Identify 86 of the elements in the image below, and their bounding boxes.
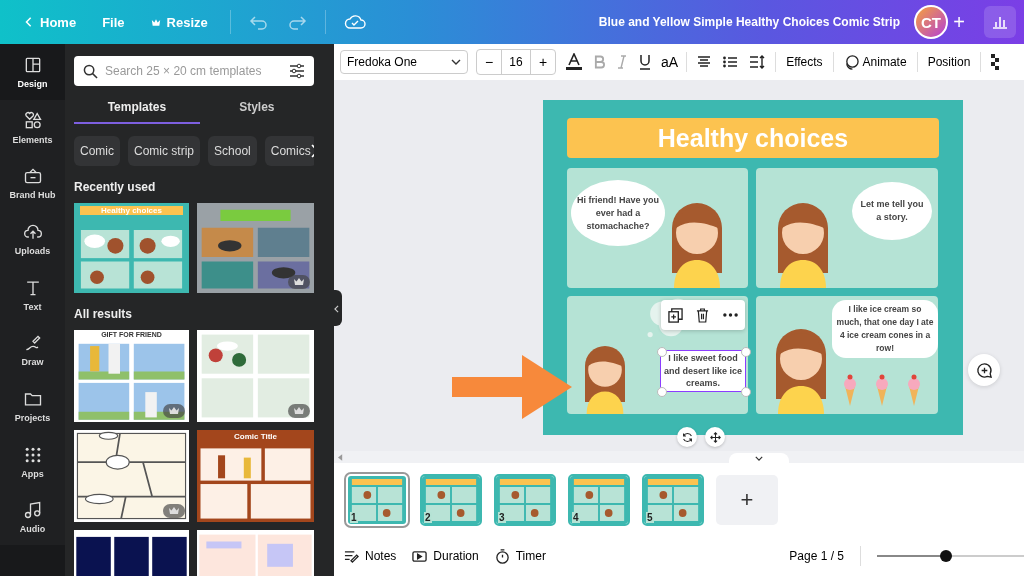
bar-chart-icon <box>992 15 1008 29</box>
bullet-list-icon[interactable] <box>723 56 738 68</box>
rotate-button[interactable] <box>677 427 697 447</box>
page-number: 3 <box>498 511 506 523</box>
increase-size-button[interactable]: + <box>531 50 555 74</box>
page-thumbnail[interactable]: 3 <box>494 473 556 526</box>
insights-button[interactable] <box>984 6 1016 38</box>
document-title[interactable]: Blue and Yellow Simple Healthy Choices Comic Strip <box>598 15 900 29</box>
sidebar-tab[interactable]: Apps <box>0 433 65 490</box>
text-box[interactable]: I like sweet food and desert like ice creams. <box>661 351 745 391</box>
resize-handle[interactable] <box>741 347 751 357</box>
page-thumbnail[interactable]: 5 <box>642 473 704 526</box>
timer-icon <box>494 548 510 564</box>
letter-case-button[interactable]: aA <box>661 54 679 70</box>
decrease-size-button[interactable]: − <box>477 50 501 74</box>
sidebar-tab[interactable]: Audio <box>0 489 65 546</box>
timer-button[interactable]: Timer <box>494 548 546 564</box>
font-size-stepper[interactable]: − 16 + <box>476 49 556 75</box>
effects-button[interactable]: Effects <box>784 55 825 69</box>
filter-chip[interactable]: Comics <box>264 136 314 166</box>
filter-icon[interactable] <box>289 63 305 79</box>
add-comment-button[interactable] <box>968 354 1000 386</box>
music-note-icon <box>22 500 43 521</box>
sidebar-tab[interactable]: Text <box>0 266 65 323</box>
filter-chip[interactable]: Comic <box>74 136 120 166</box>
duplicate-icon[interactable] <box>667 307 683 323</box>
panel-tab[interactable]: Templates <box>74 92 200 124</box>
chevron-left-icon <box>333 304 339 313</box>
text-color-icon[interactable] <box>566 53 582 71</box>
resize-handle[interactable] <box>657 347 667 357</box>
sidebar-tab[interactable]: Uploads <box>0 211 65 267</box>
filter-chip[interactable]: Comic strip <box>128 136 201 166</box>
sidebar-tab[interactable]: Draw <box>0 322 65 379</box>
page-number: 2 <box>424 511 432 523</box>
template-title: Comic Title <box>233 432 278 441</box>
resize-handle[interactable] <box>741 387 751 397</box>
underline-icon[interactable] <box>639 54 651 70</box>
page-number: 4 <box>572 511 580 523</box>
caret-icon <box>451 59 461 65</box>
back-icon <box>24 16 34 28</box>
add-collaborator-button[interactable]: + <box>946 10 972 34</box>
duration-button[interactable]: Duration <box>412 548 479 564</box>
speech-bubble: Let me tell you a story. <box>852 182 932 240</box>
search-icon <box>83 64 98 79</box>
font-size-value[interactable]: 16 <box>501 50 531 74</box>
filter-chip[interactable]: School <box>208 136 257 166</box>
sidebar-tab[interactable]: Projects <box>0 378 65 434</box>
page-number: 1 <box>350 511 358 523</box>
add-page-button[interactable]: + <box>716 474 778 525</box>
speech-bubble: Hi friend! Have you ever had a stomachache? <box>571 180 665 246</box>
search-field[interactable]: Search 25 × 20 cm templates <box>74 56 314 86</box>
position-button[interactable]: Position <box>925 55 973 69</box>
play-icon <box>412 548 428 564</box>
section-heading: All results <box>74 307 134 321</box>
page-thumbnail[interactable]: 1 <box>346 473 408 526</box>
transparency-icon[interactable] <box>991 54 1002 70</box>
shapes-icon <box>22 110 43 131</box>
speech-bubble: I like ice cream so much, that one day I ate 4 ice cream cones in a row! <box>832 300 938 358</box>
section-heading: Recently used <box>74 180 157 194</box>
template-title: Healthy choices <box>80 206 183 215</box>
move-button[interactable] <box>705 427 725 447</box>
cloud-check-icon[interactable] <box>343 14 366 30</box>
page-thumbnail[interactable]: 4 <box>568 473 630 526</box>
notes-button[interactable]: Notes <box>344 548 397 564</box>
trash-icon[interactable] <box>696 307 710 323</box>
comment-add-icon <box>975 361 993 379</box>
panel-tab[interactable]: Styles <box>199 92 314 124</box>
crown-icon <box>150 17 161 27</box>
page-thumbnail[interactable]: 2 <box>420 473 482 526</box>
notes-icon <box>344 548 359 564</box>
sidebar-tab[interactable]: Brand Hub <box>0 155 65 212</box>
more-icon[interactable] <box>723 313 739 317</box>
chevron-down-icon <box>755 455 763 461</box>
font-dropdown[interactable]: Fredoka One <box>340 50 468 74</box>
comic-title: Healthy choices <box>567 118 939 158</box>
sidebar-tab[interactable]: Elements <box>0 99 65 156</box>
rotate-icon <box>681 431 693 443</box>
animate-button[interactable]: Animate <box>841 54 909 70</box>
page-number: 5 <box>646 511 654 523</box>
move-icon <box>709 431 721 443</box>
line-spacing-icon[interactable] <box>749 55 766 69</box>
zoom-slider-thumb[interactable] <box>940 550 953 562</box>
resize-handle[interactable] <box>657 387 667 397</box>
animate-icon <box>843 54 859 70</box>
page-indicator: Page 1 / 5 <box>789 549 844 563</box>
align-center-icon[interactable] <box>697 56 712 68</box>
